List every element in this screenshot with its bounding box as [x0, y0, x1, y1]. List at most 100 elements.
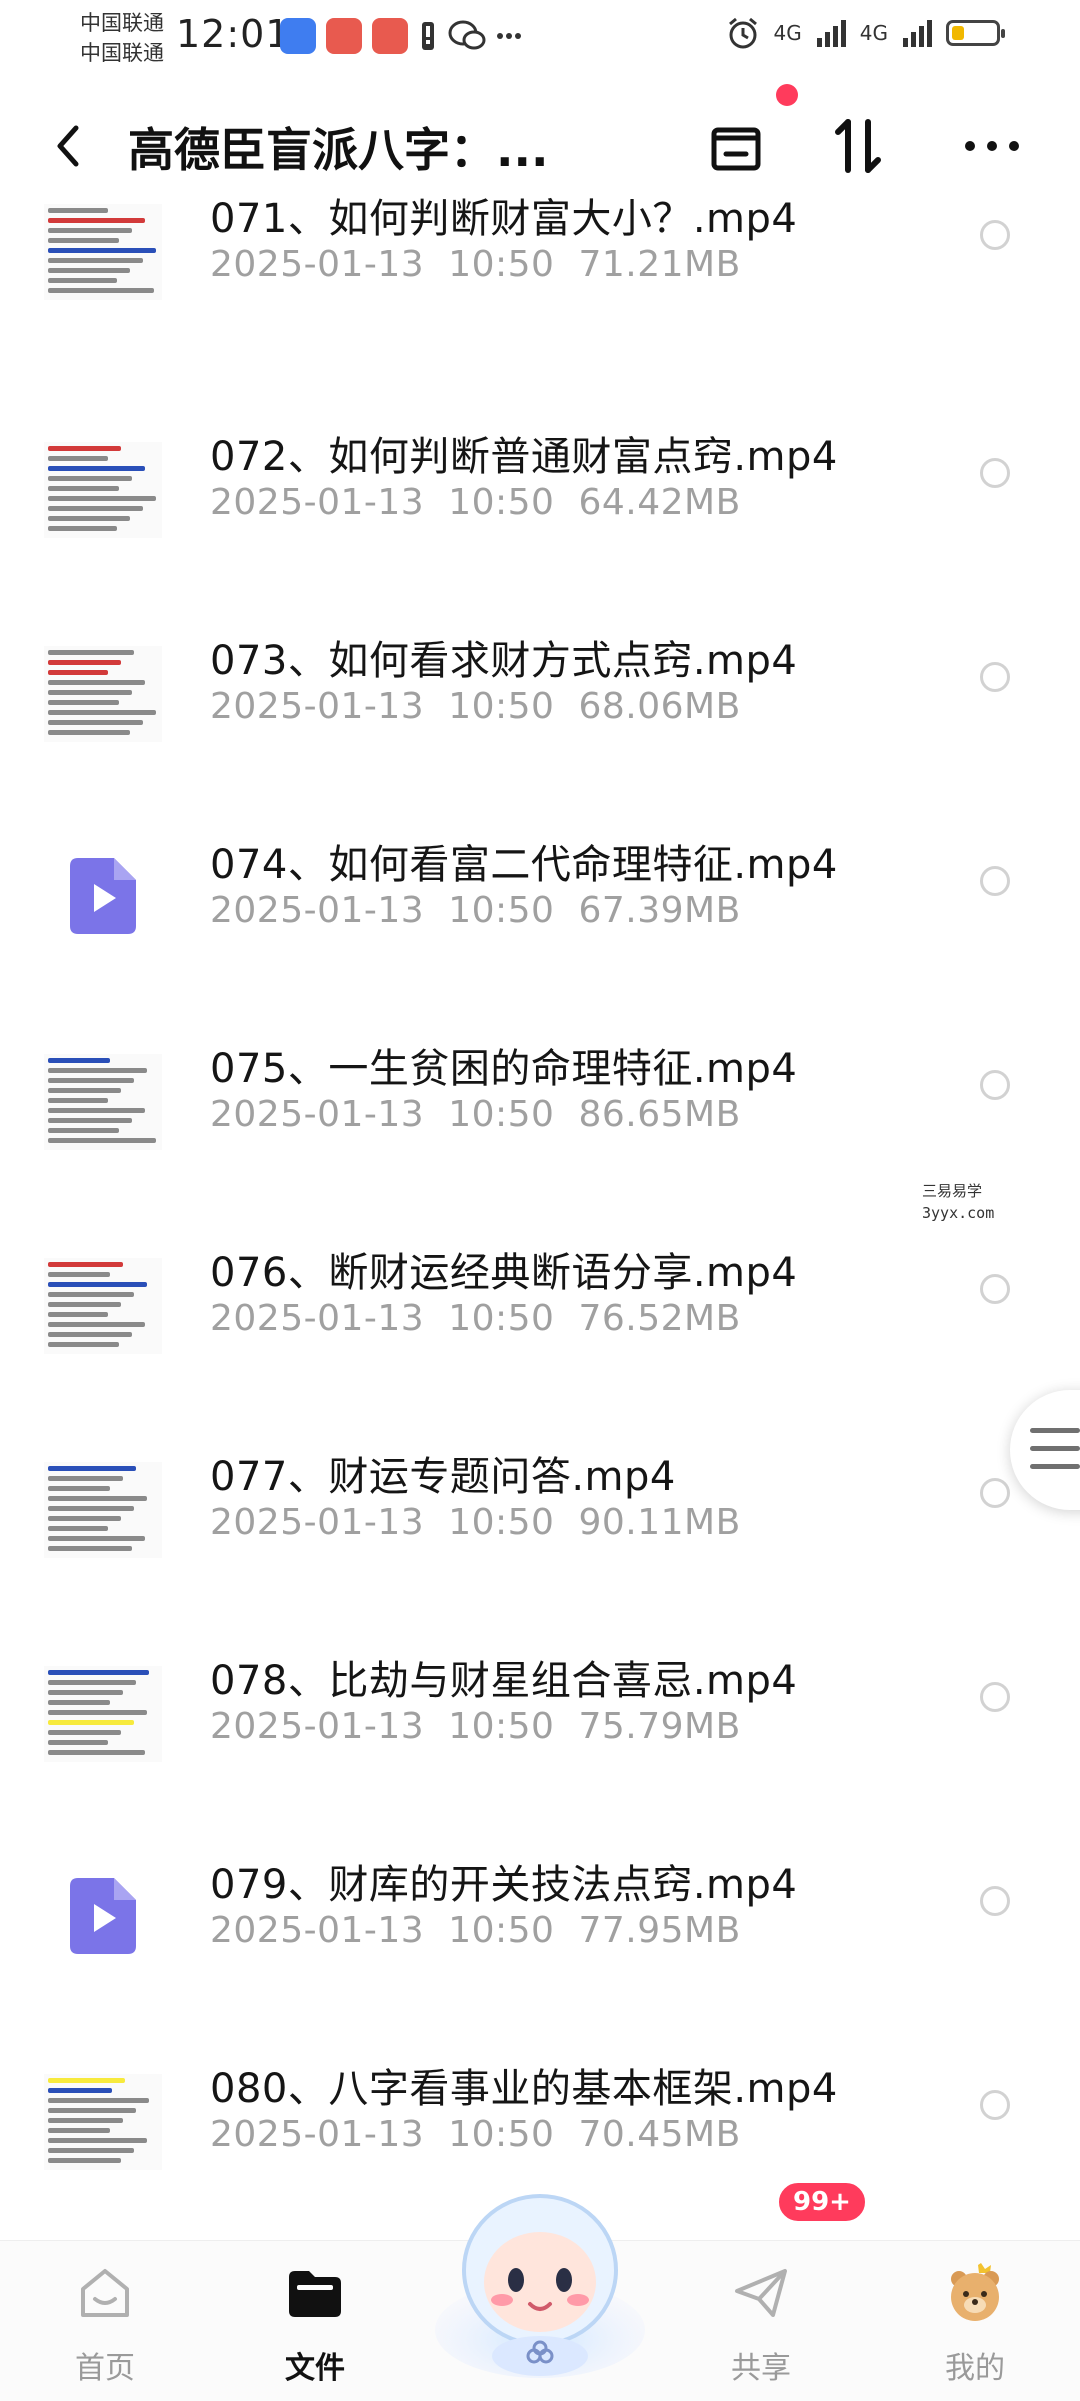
document-thumbnail — [44, 1054, 162, 1150]
signal-type-2: 4G — [859, 21, 888, 45]
file-name: 074、如何看富二代命理特征.mp4 — [210, 842, 838, 888]
file-date: 2025-01-13 — [210, 482, 425, 523]
file-name: 080、八字看事业的基本框架.mp4 — [210, 2066, 838, 2112]
nav-share-label: 共享 — [731, 2351, 791, 2386]
select-radio[interactable] — [980, 220, 1010, 250]
nav-home-label: 首页 — [75, 2351, 135, 2386]
file-meta: 2025-01-13 10:50 90.11MB — [210, 1502, 765, 1543]
nav-files[interactable]: 文件 — [240, 2261, 390, 2387]
file-row[interactable]: 077、财运专题问答.mp4 2025-01-13 10:50 90.11MB — [0, 1424, 1080, 1628]
file-time: 10:50 — [448, 1298, 555, 1339]
file-time: 10:50 — [448, 244, 555, 285]
system-status-icons: 4G 4G — [726, 16, 1005, 50]
file-size: 77.95MB — [578, 1910, 741, 1951]
carrier-label: 中国联通 中国联通 — [80, 8, 164, 68]
app-notification-icon — [280, 18, 316, 54]
page-title: 高德臣盲派八字：... — [128, 123, 549, 177]
signal-type-1: 4G — [773, 21, 802, 45]
file-time: 10:50 — [448, 1910, 555, 1951]
select-radio[interactable] — [980, 2090, 1010, 2120]
nav-mine[interactable]: 我的 — [900, 2261, 1050, 2387]
document-thumbnail — [44, 1462, 162, 1558]
watermark: 三易易学 3yyx.com — [922, 1180, 994, 1224]
select-radio[interactable] — [980, 1070, 1010, 1100]
file-name: 071、如何判断财富大小？.mp4 — [210, 196, 798, 242]
select-radio[interactable] — [980, 662, 1010, 692]
file-size: 90.11MB — [578, 1502, 741, 1543]
status-clock: 12:01 — [176, 12, 291, 56]
file-size: 67.39MB — [578, 890, 741, 931]
file-date: 2025-01-13 — [210, 686, 425, 727]
battery-icon — [946, 20, 1005, 46]
file-date: 2025-01-13 — [210, 244, 425, 285]
file-row[interactable]: 072、如何判断普通财富点窍.mp4 2025-01-13 10:50 64.42MB — [0, 404, 1080, 608]
file-time: 10:50 — [448, 2114, 555, 2155]
file-row[interactable]: 075、一生贫困的命理特征.mp4 2025-01-13 10:50 86.65MB — [0, 1016, 1080, 1220]
document-thumbnail — [44, 1666, 162, 1762]
app-notification-icon — [326, 18, 362, 54]
paper-plane-icon — [735, 2269, 787, 2317]
back-arrow-icon[interactable] — [48, 116, 88, 176]
video-file-icon — [44, 1870, 162, 1966]
file-name: 077、财运专题问答.mp4 — [210, 1454, 676, 1500]
home-icon — [81, 2269, 129, 2317]
app-header: 高德臣盲派八字：... — [0, 96, 1080, 196]
file-time: 10:50 — [448, 1706, 555, 1747]
file-row[interactable]: 071、如何判断财富大小？.mp4 2025-01-13 10:50 71.21MB — [0, 196, 1080, 404]
more-notifications-icon — [497, 33, 521, 39]
alert-icon — [422, 22, 434, 50]
file-name: 073、如何看求财方式点窍.mp4 — [210, 638, 798, 684]
wechat-icon — [448, 20, 486, 50]
carrier-line-2: 中国联通 — [80, 41, 164, 65]
select-radio[interactable] — [980, 1274, 1010, 1304]
file-row[interactable]: 076、断财运经典断语分享.mp4 2025-01-13 10:50 76.52MB — [0, 1220, 1080, 1424]
document-thumbnail — [44, 442, 162, 538]
file-date: 2025-01-13 — [210, 890, 425, 931]
file-size: 76.52MB — [578, 1298, 741, 1339]
file-time: 10:50 — [448, 1094, 555, 1135]
notification-icons — [280, 18, 522, 54]
document-thumbnail — [44, 646, 162, 742]
file-meta: 2025-01-13 10:50 75.79MB — [210, 1706, 765, 1747]
file-row[interactable]: 074、如何看富二代命理特征.mp4 2025-01-13 10:50 67.39MB — [0, 812, 1080, 1016]
file-date: 2025-01-13 — [210, 1910, 425, 1951]
file-meta: 2025-01-13 10:50 77.95MB — [210, 1910, 765, 1951]
select-radio[interactable] — [980, 1682, 1010, 1712]
alarm-icon — [728, 17, 757, 49]
signal-strength-icon — [903, 20, 932, 47]
nav-share[interactable]: 共享 — [686, 2261, 836, 2387]
select-radio[interactable] — [980, 866, 1010, 896]
document-thumbnail — [44, 1258, 162, 1354]
bear-avatar-icon — [951, 2263, 999, 2321]
file-date: 2025-01-13 — [210, 1298, 425, 1339]
file-row[interactable]: 073、如何看求财方式点窍.mp4 2025-01-13 10:50 68.06MB — [0, 608, 1080, 812]
share-count-badge: 99+ — [776, 2180, 868, 2224]
file-name: 079、财库的开关技法点窍.mp4 — [210, 1862, 798, 1908]
file-size: 68.06MB — [578, 686, 741, 727]
assistant-mascot-button[interactable] — [430, 2180, 650, 2380]
file-meta: 2025-01-13 10:50 86.65MB — [210, 1094, 765, 1135]
select-radio[interactable] — [980, 458, 1010, 488]
document-thumbnail — [44, 2074, 162, 2170]
file-name: 072、如何判断普通财富点窍.mp4 — [210, 434, 838, 480]
sort-icon[interactable] — [822, 110, 894, 182]
file-row[interactable]: 078、比劫与财星组合喜忌.mp4 2025-01-13 10:50 75.79MB — [0, 1628, 1080, 1832]
file-row[interactable]: 079、财库的开关技法点窍.mp4 2025-01-13 10:50 77.95MB — [0, 1832, 1080, 2036]
file-meta: 2025-01-13 10:50 76.52MB — [210, 1298, 765, 1339]
file-size: 70.45MB — [578, 2114, 741, 2155]
folder-icon — [289, 2271, 341, 2317]
file-size: 75.79MB — [578, 1706, 741, 1747]
file-meta: 2025-01-13 10:50 67.39MB — [210, 890, 765, 931]
inbox-icon[interactable] — [700, 110, 772, 182]
select-radio[interactable] — [980, 1478, 1010, 1508]
file-time: 10:50 — [448, 1502, 555, 1543]
more-options-icon[interactable] — [956, 110, 1028, 182]
select-radio[interactable] — [980, 1886, 1010, 1916]
notification-dot — [776, 84, 798, 106]
file-date: 2025-01-13 — [210, 1502, 425, 1543]
signal-strength-icon — [816, 20, 846, 47]
file-name: 076、断财运经典断语分享.mp4 — [210, 1250, 798, 1296]
nav-home[interactable]: 首页 — [30, 2261, 180, 2387]
file-date: 2025-01-13 — [210, 2114, 425, 2155]
file-meta: 2025-01-13 10:50 64.42MB — [210, 482, 765, 523]
